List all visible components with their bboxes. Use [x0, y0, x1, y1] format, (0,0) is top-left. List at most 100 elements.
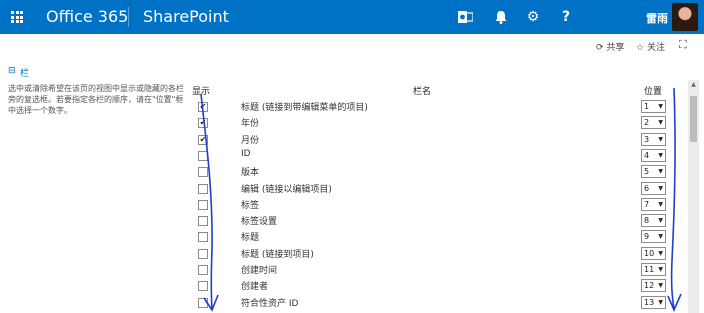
dropdown-arrow-icon: ▼ — [658, 298, 663, 306]
position-value: 12 — [644, 281, 655, 291]
show-checkbox[interactable] — [198, 265, 208, 275]
bell-icon — [495, 11, 507, 24]
position-value: 3 — [644, 134, 650, 144]
header-position: 位置 — [644, 87, 663, 97]
show-checkbox[interactable]: ✔ — [198, 118, 208, 129]
column-name: 标签 — [241, 200, 260, 211]
show-checkbox[interactable] — [198, 216, 208, 227]
table-row: 创建者 12 ▼ — [0, 279, 690, 295]
share-label: 共享 — [606, 43, 625, 53]
position-value: 1 — [644, 102, 650, 111]
dropdown-arrow-icon: ▼ — [658, 217, 663, 225]
position-value: 7 — [644, 199, 650, 209]
column-name: 创建者 — [241, 282, 269, 293]
column-name: 创建时间 — [241, 266, 278, 276]
column-name: 标题 (链接到项目) — [241, 249, 314, 260]
dropdown-arrow-icon: ▼ — [658, 249, 663, 257]
settings-button[interactable]: ⚙ — [516, 0, 550, 34]
show-checkbox[interactable] — [198, 183, 208, 194]
user-name[interactable]: 雷雨 — [646, 10, 668, 26]
position-value: 13 — [644, 297, 655, 307]
table-row: 标签设置 8 ▼ — [0, 214, 690, 230]
table-row: ✔ 标题 (链接到带编辑菜单的项目) 1 ▼ — [0, 100, 690, 116]
position-select[interactable]: 8 ▼ — [641, 214, 666, 228]
table-row: ✔ 年份 2 ▼ — [0, 116, 690, 132]
share-icon: ⟳ — [596, 43, 604, 53]
table-row: 标签 7 ▼ — [0, 197, 690, 214]
position-value: 9 — [644, 232, 650, 242]
show-checkbox[interactable] — [198, 232, 208, 243]
column-name: 编辑 (链接以编辑项目) — [241, 184, 332, 195]
table-row: ✔ 月份 3 ▼ — [0, 132, 690, 149]
table-row: 标题 (链接到项目) 10 ▼ — [0, 246, 690, 263]
position-value: 5 — [644, 167, 650, 177]
scroll-up-icon[interactable]: ▲ — [688, 80, 699, 90]
share-button[interactable]: ⟳ 共享 — [596, 40, 624, 53]
scrollbar-thumb[interactable] — [690, 96, 697, 142]
column-name: 月份 — [241, 135, 260, 146]
position-value: 10 — [644, 248, 655, 258]
position-select[interactable]: 12 ▼ — [641, 279, 666, 293]
suite-bar: Office 365 SharePoint ⚙ ? 雷雨 — [0, 0, 704, 34]
help-button[interactable]: ? — [549, 0, 583, 34]
position-select[interactable]: 10 ▼ — [641, 246, 666, 260]
column-name: 标签设置 — [241, 217, 278, 228]
section-title: 栏 — [20, 69, 30, 79]
table-row: 创建时间 11 ▼ — [0, 263, 690, 279]
divider — [128, 7, 129, 27]
waffle-icon — [11, 11, 23, 23]
position-select[interactable]: 4 ▼ — [641, 148, 666, 162]
show-checkbox[interactable]: ✔ — [198, 102, 208, 112]
notifications-button[interactable] — [484, 0, 518, 34]
position-select[interactable]: 13 ▼ — [641, 295, 666, 309]
app-launcher-button[interactable] — [0, 0, 34, 34]
focus-mode-button[interactable]: ⛶ — [679, 38, 687, 52]
table-row: ID 4 ▼ — [0, 148, 690, 165]
column-name: 标题 — [241, 233, 260, 244]
column-name: 年份 — [241, 119, 260, 130]
dropdown-arrow-icon: ▼ — [658, 119, 663, 127]
dropdown-arrow-icon: ▼ — [658, 135, 663, 143]
follow-button[interactable]: ☆ 关注 — [636, 40, 665, 53]
focus-icon: ⛶ — [679, 38, 687, 51]
position-select[interactable]: 1 ▼ — [641, 100, 666, 113]
header-show: 显示 — [192, 87, 211, 97]
position-value: 6 — [644, 183, 650, 193]
position-select[interactable]: 3 ▼ — [641, 132, 666, 146]
column-name: 符合性资产 ID — [241, 298, 299, 309]
outlook-button[interactable] — [448, 0, 482, 34]
position-select[interactable]: 9 ▼ — [641, 230, 666, 244]
table-row: 编辑 (链接以编辑项目) 6 ▼ — [0, 181, 690, 198]
collapse-icon[interactable]: ⊟ — [8, 66, 16, 76]
position-value: 11 — [644, 265, 655, 274]
show-checkbox[interactable] — [198, 167, 208, 178]
show-checkbox[interactable] — [198, 248, 208, 259]
brand-title[interactable]: Office 365 — [46, 7, 128, 26]
position-select[interactable]: 7 ▼ — [641, 197, 666, 211]
column-name: 版本 — [241, 168, 260, 179]
show-checkbox[interactable]: ✔ — [198, 134, 208, 145]
outlook-icon — [457, 11, 473, 23]
show-checkbox[interactable] — [198, 150, 208, 161]
position-value: 4 — [644, 150, 650, 160]
position-select[interactable]: 5 ▼ — [641, 165, 666, 179]
header-column-name: 栏名 — [413, 87, 432, 97]
follow-label: 关注 — [646, 43, 665, 53]
table-row: 标题 9 ▼ — [0, 230, 690, 246]
dropdown-arrow-icon: ▼ — [658, 168, 663, 176]
dropdown-arrow-icon: ▼ — [658, 233, 663, 241]
site-title[interactable]: SharePoint — [143, 7, 229, 26]
show-checkbox[interactable] — [198, 281, 208, 292]
gear-icon: ⚙ — [526, 9, 540, 25]
position-value: 2 — [644, 118, 650, 128]
position-select[interactable]: 6 ▼ — [641, 181, 666, 195]
position-select[interactable]: 11 ▼ — [641, 263, 666, 276]
dropdown-arrow-icon: ▼ — [658, 200, 663, 208]
show-checkbox[interactable] — [198, 199, 208, 210]
table-row: 符合性资产 ID 13 ▼ — [0, 295, 690, 312]
show-checkbox[interactable] — [198, 297, 208, 308]
position-value: 8 — [644, 216, 650, 226]
position-select[interactable]: 2 ▼ — [641, 116, 666, 130]
dropdown-arrow-icon: ▼ — [658, 266, 663, 273]
avatar[interactable] — [672, 3, 698, 31]
